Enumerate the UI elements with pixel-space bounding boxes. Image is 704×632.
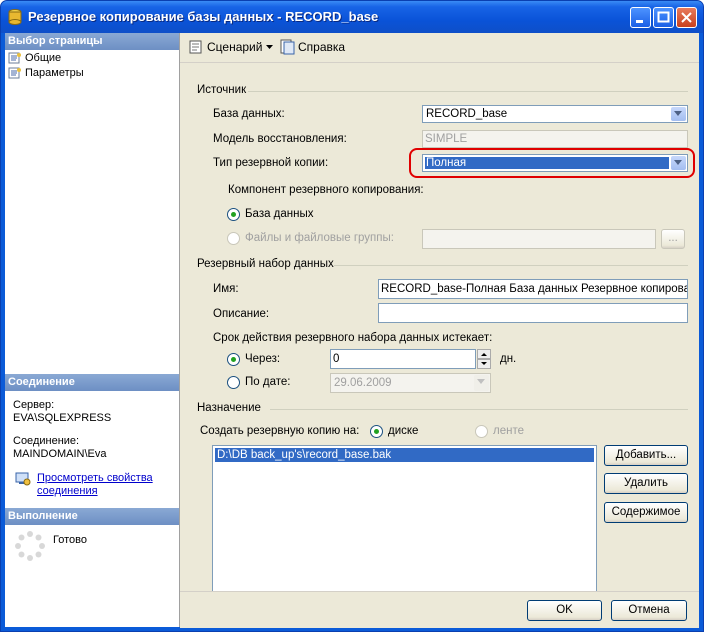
contents-button[interactable]: Содержимое <box>604 502 688 523</box>
backup-name-field[interactable]: RECORD_base-Полная База данных Резервное… <box>378 279 688 299</box>
help-label: Справка <box>298 40 346 54</box>
help-button[interactable]: Справка <box>298 40 345 54</box>
days-spinner[interactable] <box>477 349 491 369</box>
dialog-client: Выбор страницы Общие Параметры Соединени… <box>5 33 699 628</box>
browse-button[interactable]: ... <box>661 229 685 249</box>
divider <box>270 409 688 410</box>
script-icon <box>189 40 202 54</box>
component-files-radio[interactable] <box>227 232 240 245</box>
name-label: Имя: <box>213 283 239 295</box>
script-button[interactable]: Сценарий <box>207 40 262 54</box>
view-connection-properties-link-2[interactable]: соединения <box>37 485 98 498</box>
description-label: Описание: <box>213 308 270 320</box>
expire-after-radio[interactable] <box>227 353 240 366</box>
days-label: дн. <box>500 353 517 365</box>
expire-days-field[interactable]: 0 <box>330 349 476 369</box>
chevron-down-icon[interactable] <box>671 107 686 121</box>
page-item-parameters[interactable]: Параметры <box>8 67 84 79</box>
server-value: EVA\SQLEXPRESS <box>13 412 112 424</box>
recovery-model-label: Модель восстановления: <box>213 133 347 145</box>
general-page: Источник База данных: RECORD_base Модель… <box>180 63 699 595</box>
toolbar: Сценарий Справка <box>180 33 699 63</box>
close-button[interactable] <box>676 7 697 28</box>
ok-button[interactable]: OK <box>527 600 602 621</box>
database-icon <box>8 9 22 25</box>
progress-spinner-icon <box>15 531 45 561</box>
expire-date-picker[interactable]: 29.06.2009 <box>330 373 491 393</box>
title-bar[interactable]: Резервное копирование базы данных - RECO… <box>1 1 703 33</box>
divider <box>334 265 688 266</box>
page-item-label: Общие <box>25 52 62 64</box>
connection-label: Соединение: <box>13 435 80 447</box>
spinner-arrows-icon[interactable] <box>477 349 491 369</box>
disk-label: диске <box>388 425 419 437</box>
expire-on-radio[interactable] <box>227 376 240 389</box>
recovery-model-field: SIMPLE <box>422 130 688 148</box>
minimize-button[interactable] <box>630 7 651 28</box>
description-field[interactable] <box>378 303 688 323</box>
window-title: Резервное копирование базы данных - RECO… <box>28 9 379 24</box>
component-database-radio[interactable] <box>227 208 240 221</box>
maximize-icon <box>657 11 670 23</box>
dialog-window: Резервное копирование базы данных - RECO… <box>0 0 704 632</box>
help-icon <box>280 39 295 55</box>
list-item[interactable]: D:\DB back_up's\record_base.bak <box>215 448 594 462</box>
filegroups-field <box>422 229 656 249</box>
progress-status: Готово <box>53 534 87 546</box>
script-label: Сценарий <box>207 40 263 54</box>
chevron-down-icon[interactable] <box>266 45 273 50</box>
progress-header: Выполнение <box>5 508 179 525</box>
footer-bar: OK Отмена <box>180 591 699 628</box>
backup-to-label: Создать резервную копию на: <box>200 425 360 437</box>
page-item-general[interactable]: Общие <box>8 52 61 64</box>
backup-set-header: Резервный набор данных <box>197 258 334 270</box>
page-item-label: Параметры <box>25 67 84 79</box>
connection-value: MAINDOMAIN\Eva <box>13 448 107 460</box>
backup-to-disk-radio[interactable] <box>370 425 383 438</box>
component-database-label: База данных <box>245 208 314 220</box>
database-value: RECORD_base <box>426 108 508 120</box>
database-label: База данных: <box>213 108 285 120</box>
add-button[interactable]: Добавить... <box>604 445 688 466</box>
left-pane: Выбор страницы Общие Параметры Соединени… <box>5 33 180 627</box>
cancel-button[interactable]: Отмена <box>611 600 687 621</box>
close-icon <box>681 12 692 23</box>
pages-header: Выбор страницы <box>5 33 179 50</box>
expire-label: Срок действия резервного набора данных и… <box>213 332 493 344</box>
maximize-button[interactable] <box>653 7 674 28</box>
destination-list[interactable]: D:\DB back_up's\record_base.bak <box>212 445 597 595</box>
server-label: Сервер: <box>13 399 55 411</box>
source-header: Источник <box>197 84 247 96</box>
divider <box>248 91 688 92</box>
expire-after-label: Через: <box>245 353 281 365</box>
connection-header: Соединение <box>5 374 179 391</box>
tape-label: ленте <box>493 425 524 437</box>
destination-header: Назначение <box>197 402 261 414</box>
properties-icon <box>15 472 31 486</box>
database-combo[interactable]: RECORD_base <box>422 105 688 123</box>
component-label: Компонент резервного копирования: <box>228 184 424 196</box>
page-icon <box>8 67 21 79</box>
chevron-down-icon[interactable] <box>474 375 489 391</box>
remove-button[interactable]: Удалить <box>604 473 688 494</box>
component-files-label: Файлы и файловые группы: <box>245 232 394 244</box>
highlight-annotation <box>409 148 695 178</box>
minimize-icon <box>636 20 643 23</box>
expire-date-value: 29.06.2009 <box>334 377 392 389</box>
backup-to-tape-radio[interactable] <box>475 425 488 438</box>
backup-type-label: Тип резервной копии: <box>213 157 329 169</box>
view-connection-properties-link[interactable]: Просмотреть свойства <box>37 472 153 485</box>
page-icon <box>8 52 21 64</box>
expire-on-label: По дате: <box>245 376 291 388</box>
